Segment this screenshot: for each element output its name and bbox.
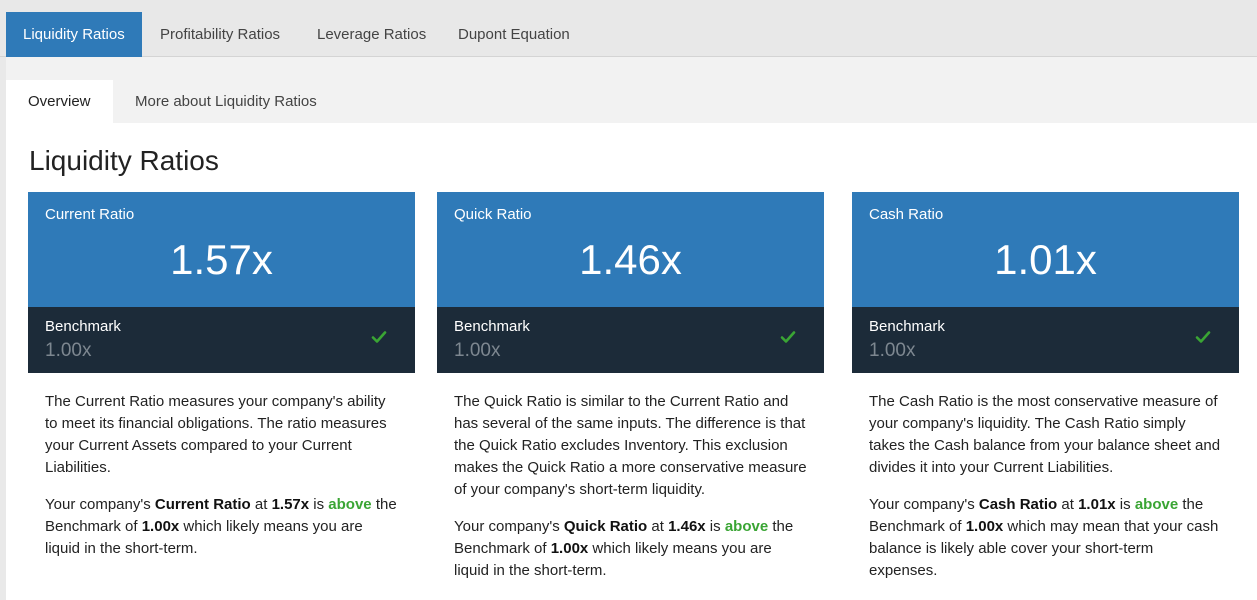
summary-text: at: [250, 496, 272, 513]
cash-ratio-card: Cash Ratio 1.01x Benchmark 1.00x The Cas…: [852, 192, 1239, 597]
summary-text: at: [1057, 496, 1079, 513]
benchmark-bar: Benchmark 1.00x: [437, 307, 824, 373]
tab-label: Leverage Ratios: [317, 26, 427, 43]
sub-tabs: Overview More about Liquidity Ratios: [6, 80, 1257, 123]
tab-label: Liquidity Ratios: [23, 26, 125, 43]
check-icon: [1195, 331, 1211, 343]
tab-more-about-liquidity-ratios[interactable]: More about Liquidity Ratios: [113, 80, 339, 123]
benchmark-value: 1.00x: [45, 340, 92, 361]
ratio-explanation: The Current Ratio measures your company'…: [28, 373, 415, 560]
ratio-name: Cash Ratio: [869, 206, 944, 223]
ratio-name: Current Ratio: [45, 206, 135, 223]
ratio-summary: Your company's Quick Ratio at 1.46x is a…: [454, 516, 808, 582]
benchmark-bar: Benchmark 1.00x: [28, 307, 415, 373]
ratio-header: Quick Ratio 1.46x: [437, 192, 824, 307]
summary-text: is: [1115, 496, 1135, 513]
tab-dupont-equation[interactable]: Dupont Equation: [441, 12, 587, 57]
tab-label: More about Liquidity Ratios: [135, 93, 317, 110]
summary-text: is: [309, 496, 329, 513]
benchmark-label: Benchmark: [45, 318, 121, 335]
current-ratio-card: Current Ratio 1.57x Benchmark 1.00x The …: [28, 192, 415, 575]
overview-content: Liquidity Ratios Current Ratio 1.57x Ben…: [6, 123, 1257, 600]
ratio-description: The Quick Ratio is similar to the Curren…: [454, 393, 807, 498]
ratio-value: 1.01x: [994, 236, 1097, 283]
tab-label: Overview: [28, 93, 91, 110]
summary-benchmark-value: 1.00x: [965, 518, 1004, 535]
benchmark-bar: Benchmark 1.00x: [852, 307, 1239, 373]
summary-benchmark-value: 1.00x: [141, 518, 180, 535]
tab-label: Profitability Ratios: [160, 26, 281, 43]
summary-benchmark-value: 1.00x: [550, 540, 589, 557]
benchmark-label: Benchmark: [869, 318, 945, 335]
ratio-header: Current Ratio 1.57x: [28, 192, 415, 307]
ratio-header: Cash Ratio 1.01x: [852, 192, 1239, 307]
summary-ratio-value: 1.57x: [271, 496, 310, 513]
summary-status: above: [724, 518, 769, 535]
check-icon: [371, 331, 387, 343]
summary-text: Your company's: [454, 518, 564, 535]
summary-ratio-name: Quick Ratio: [563, 518, 648, 535]
ratio-summary: Your company's Cash Ratio at 1.01x is ab…: [869, 494, 1223, 582]
ratio-description: The Cash Ratio is the most conservative …: [869, 393, 1221, 476]
tab-profitability-ratios[interactable]: Profitability Ratios: [143, 12, 297, 57]
summary-text: Your company's: [45, 496, 155, 513]
benchmark-value: 1.00x: [869, 340, 916, 361]
check-icon: [780, 331, 796, 343]
ratio-explanation: The Quick Ratio is similar to the Curren…: [437, 373, 824, 582]
tab-label: Dupont Equation: [458, 26, 570, 43]
benchmark-label: Benchmark: [454, 318, 530, 335]
tab-overview[interactable]: Overview: [6, 80, 113, 123]
benchmark-value: 1.00x: [454, 340, 501, 361]
ratio-explanation: The Cash Ratio is the most conservative …: [852, 373, 1239, 582]
ratio-value: 1.46x: [579, 236, 682, 283]
summary-ratio-value: 1.46x: [668, 518, 706, 535]
ratio-description: The Current Ratio measures your company'…: [45, 393, 387, 476]
summary-text: Your company's: [869, 496, 979, 513]
ratio-category-tabs: Liquidity Ratios Profitability Ratios Le…: [0, 0, 1257, 64]
summary-text: is: [705, 518, 725, 535]
tab-leverage-ratios[interactable]: Leverage Ratios: [300, 12, 443, 57]
liquidity-panel: Overview More about Liquidity Ratios Liq…: [6, 57, 1257, 600]
summary-ratio-name: Cash Ratio: [978, 496, 1058, 513]
summary-ratio-name: Current Ratio: [154, 496, 251, 513]
summary-status: above: [1134, 496, 1179, 513]
page-title: Liquidity Ratios: [29, 145, 219, 176]
ratio-summary: Your company's Current Ratio at 1.57x is…: [45, 494, 399, 560]
summary-text: at: [647, 518, 669, 535]
ratio-name: Quick Ratio: [454, 206, 532, 223]
tab-liquidity-ratios[interactable]: Liquidity Ratios: [6, 12, 142, 64]
ratio-value: 1.57x: [170, 236, 273, 283]
quick-ratio-card: Quick Ratio 1.46x Benchmark 1.00x The Qu…: [437, 192, 824, 597]
summary-ratio-value: 1.01x: [1078, 496, 1116, 513]
summary-status: above: [328, 496, 372, 513]
